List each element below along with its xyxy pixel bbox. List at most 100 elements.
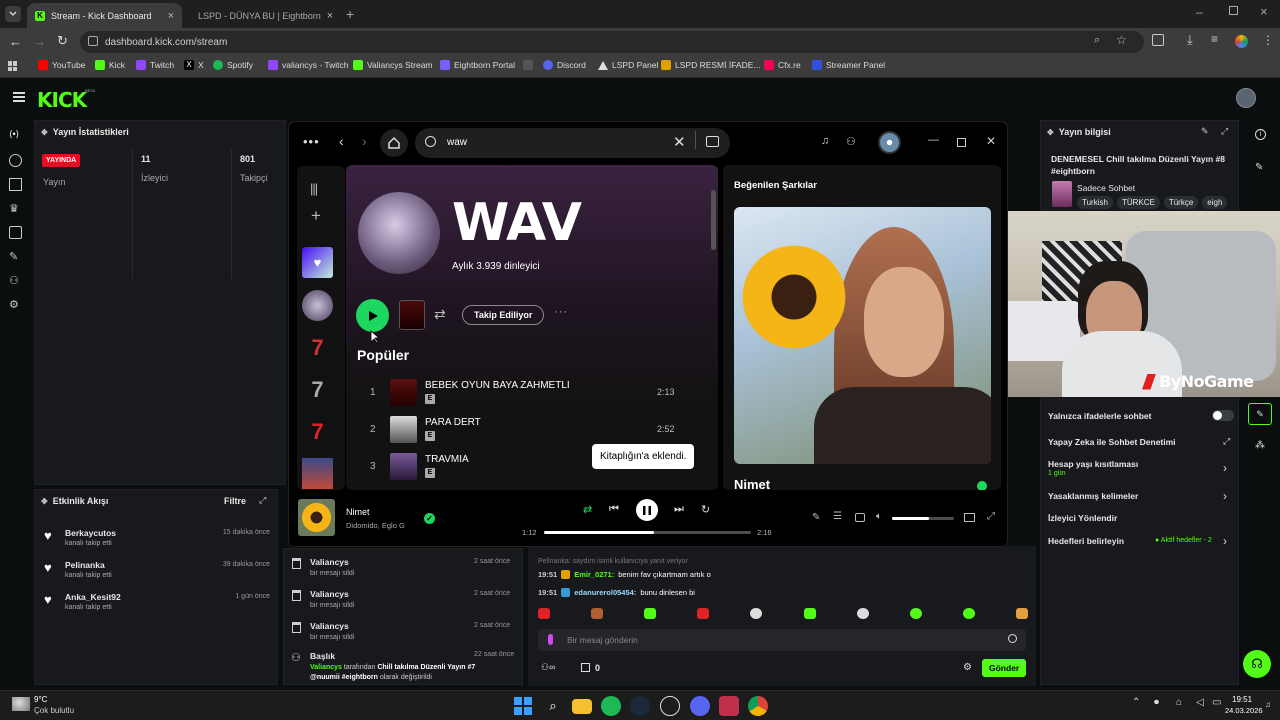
tag-chip[interactable]: Turkish (1077, 196, 1113, 209)
edit-icon[interactable]: ✎ (1201, 126, 1209, 137)
setting-row[interactable]: Hesap yaşı kısıtlaması 1 gün › (1041, 459, 1240, 479)
chevron-right-icon[interactable]: › (1223, 534, 1227, 548)
kick-logo[interactable]: KICK (37, 88, 87, 112)
following-button[interactable]: Takip Ediliyor (462, 305, 545, 325)
shuffle-icon[interactable]: ⇄ (434, 306, 446, 323)
bookmark-lspd-panel[interactable]: LSPD Panel (598, 60, 658, 70)
activity-name[interactable]: Anka_Kesit92 (65, 592, 121, 602)
bookmark-cfx[interactable]: Cfx.re (764, 60, 801, 70)
chevron-right-icon[interactable]: › (1223, 461, 1227, 475)
connect-device-icon[interactable] (855, 513, 865, 522)
tab-close-icon[interactable]: × (327, 10, 333, 22)
miniplayer-icon[interactable] (964, 513, 975, 522)
setting-row[interactable]: Yalnızca ifadelerle sohbet (1041, 410, 1240, 431)
smart-shuffle-icon[interactable]: ⇄ (583, 503, 592, 516)
setting-row[interactable]: Hedefleri belirleyin ● Aktif hedefler - 2… (1041, 534, 1240, 556)
site-info-icon[interactable] (88, 36, 98, 46)
liked-check-icon[interactable]: ✓ (424, 513, 435, 524)
bookmark-star-icon[interactable]: ☆ (1116, 33, 1127, 47)
library-icon[interactable]: ||| (310, 181, 318, 196)
weather-desc[interactable]: Çok bulutlu (34, 706, 74, 715)
setting-row[interactable]: İzleyici Yönlendir (1041, 513, 1240, 533)
add-playlist-icon[interactable]: + (311, 206, 321, 226)
chevron-right-icon[interactable]: › (1223, 489, 1227, 503)
bookmark-youtube[interactable]: YouTube (38, 60, 85, 70)
weather-cloud-icon[interactable] (12, 697, 30, 711)
tray-chevron-icon[interactable]: ⌃ (1132, 697, 1140, 708)
queue-icon[interactable]: ☰ (833, 511, 842, 522)
now-playing-artist[interactable]: Didomido, Eglo G (346, 521, 405, 530)
artist-pick-thumb[interactable] (399, 300, 425, 330)
close-window-button[interactable]: × (1260, 4, 1268, 19)
edit-icon[interactable]: ✎ (1255, 162, 1263, 173)
playlist-thumb[interactable] (302, 458, 333, 489)
forward-chevron-icon[interactable]: › (362, 133, 367, 149)
browse-icon[interactable] (706, 136, 719, 147)
bookmark-kick[interactable]: Kick (95, 60, 125, 70)
link-icon[interactable] (9, 154, 22, 167)
windows-start-icon[interactable] (513, 696, 533, 716)
playlist-thumb[interactable]: 7 (302, 374, 333, 405)
users-icon[interactable]: ⚇ (9, 274, 22, 287)
bookmark-twitch[interactable]: Twitch (136, 60, 174, 70)
hamburger-menu-icon[interactable] (13, 92, 25, 102)
emote-icon[interactable] (697, 608, 710, 619)
activity-name[interactable]: Berkaycutos (65, 528, 116, 538)
bookmark-eightborn[interactable]: Eightborn Portal (440, 60, 533, 70)
emote-icon[interactable] (591, 608, 604, 619)
wrench-icon[interactable]: ✎ (9, 250, 22, 263)
media-control-icon[interactable]: ≡ (1211, 32, 1218, 46)
chat-input[interactable]: Bir mesaj gönderin (538, 629, 1026, 651)
bookmark-discord[interactable]: Discord (543, 60, 586, 70)
new-tab-button[interactable]: + (346, 6, 354, 22)
setting-row[interactable]: Yasaklanmış kelimeler › (1041, 489, 1240, 511)
chrome-icon[interactable] (748, 696, 768, 716)
emote-icon[interactable] (909, 608, 922, 619)
minimize-icon[interactable]: — (928, 134, 939, 146)
playlist-thumb[interactable]: 7 (302, 416, 333, 447)
chatters-icon[interactable]: ⚇∞ (541, 662, 555, 673)
track-row[interactable]: 1 BEBEK OYUN BAYA ZAHMETLI E 2:13 (346, 377, 706, 411)
tab-lspd[interactable]: LSPD - DÜNYA BU | Eightborn × (184, 3, 339, 28)
emote-icon[interactable] (644, 608, 657, 619)
filter-button[interactable]: Filtre (224, 496, 246, 506)
playlist-thumb[interactable]: 7 (302, 332, 333, 363)
bookmark-x[interactable]: XX (184, 60, 204, 70)
mic-icon[interactable] (548, 634, 553, 645)
external-link-icon[interactable]: ⤢ (1223, 436, 1230, 447)
toggle-switch[interactable] (1212, 410, 1234, 421)
setting-row[interactable]: Yapay Zeka ile Sohbet Denetimi ⤢ (1041, 436, 1240, 457)
repeat-icon[interactable]: ↻ (701, 503, 710, 516)
app-icon[interactable] (660, 696, 680, 716)
emote-icon[interactable] (962, 608, 975, 619)
extensions-icon[interactable] (1152, 34, 1164, 46)
file-explorer-icon[interactable] (572, 699, 592, 714)
more-options-icon[interactable]: ··· (554, 306, 568, 318)
popout-icon[interactable]: ⤢ (259, 495, 266, 506)
mod-log-name[interactable]: Valiancys (310, 557, 349, 567)
minimize-window-button[interactable]: – (1196, 5, 1203, 19)
category-name[interactable]: Sadece Sohbet (1077, 183, 1135, 193)
close-icon[interactable]: ✕ (986, 134, 996, 148)
clock-time[interactable]: 19:51 (1232, 695, 1252, 704)
emote-icon[interactable] (803, 608, 816, 619)
moderation-icon[interactable]: ⚙ (9, 298, 22, 311)
fullscreen-icon[interactable]: ⤢ (987, 511, 995, 522)
progress-bar[interactable] (544, 531, 751, 534)
gift-icon[interactable] (581, 663, 590, 672)
emote-icon[interactable] (856, 608, 869, 619)
popout-icon[interactable]: ⤢ (1221, 126, 1228, 137)
weather-temp[interactable]: 9°C (34, 695, 47, 704)
user-avatar[interactable] (1236, 88, 1256, 108)
chat-settings-icon[interactable]: ⚙ (963, 662, 972, 673)
tag-chip[interactable]: TÜRKCE (1116, 196, 1160, 209)
liked-songs-thumb[interactable]: ♥ (302, 247, 333, 278)
track-row[interactable]: 2 PARA DERT E 2:52 (346, 414, 706, 448)
battery-icon[interactable]: ▭ (1212, 697, 1221, 708)
playlist-thumb[interactable] (302, 290, 333, 321)
app-icon[interactable] (719, 696, 739, 716)
back-arrow-icon[interactable]: ← (9, 34, 22, 49)
maximize-icon[interactable] (957, 138, 966, 147)
bookmark-valiancys-twitch[interactable]: valiancys - Twitch (268, 60, 348, 70)
volume-tray-icon[interactable]: ◁ (1196, 697, 1204, 708)
